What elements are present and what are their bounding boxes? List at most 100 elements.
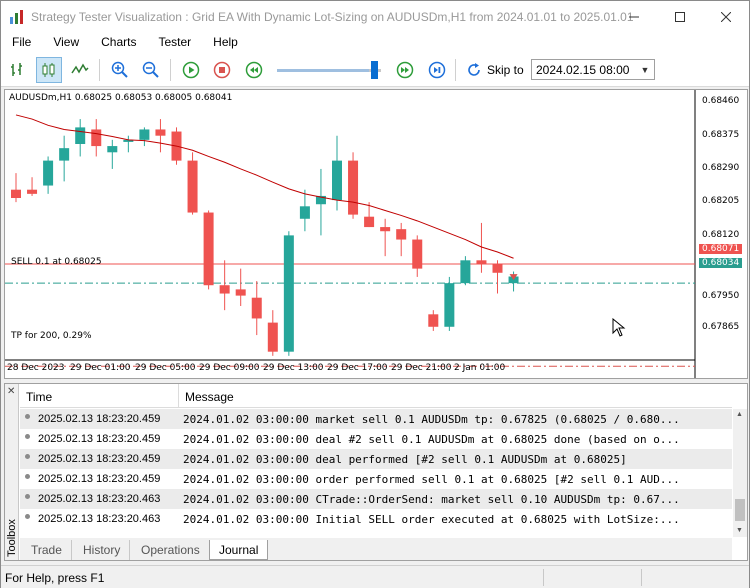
price-axis-label: 0.67865 bbox=[702, 322, 740, 332]
candle-body bbox=[91, 129, 102, 147]
candle-body bbox=[203, 212, 214, 286]
time-axis-label: 29 Dec 01:00 bbox=[70, 363, 131, 373]
bar-chart-button[interactable] bbox=[5, 57, 31, 83]
line-chart-icon bbox=[71, 63, 89, 74]
candle-body bbox=[492, 264, 503, 273]
skip-to-end-button[interactable] bbox=[424, 57, 450, 83]
scrollbar-thumb[interactable] bbox=[735, 499, 745, 521]
speed-up-button[interactable] bbox=[392, 57, 418, 83]
menu-view[interactable]: View bbox=[42, 32, 90, 53]
menu-charts[interactable]: Charts bbox=[90, 32, 147, 53]
row-message: 2024.01.02 03:00:00 deal #2 sell 0.1 AUD… bbox=[183, 433, 680, 446]
minimize-button[interactable] bbox=[611, 1, 657, 32]
price-axis-label: 0.68375 bbox=[702, 130, 740, 140]
menu-tester[interactable]: Tester bbox=[147, 32, 202, 53]
speed-slider[interactable] bbox=[277, 69, 381, 72]
journal-row[interactable]: 2025.02.13 18:23:20.459 2024.01.02 03:00:… bbox=[20, 429, 732, 449]
journal-scrollbar[interactable]: ▲ ▼ bbox=[733, 409, 747, 537]
candle-body bbox=[444, 283, 455, 327]
candle-body bbox=[348, 160, 359, 215]
candlestick-chart-svg bbox=[5, 90, 696, 378]
candle-body bbox=[219, 285, 230, 294]
maximize-icon bbox=[675, 11, 685, 22]
candle-body bbox=[380, 227, 391, 232]
skip-to-button[interactable] bbox=[461, 57, 487, 83]
skip-to-label: Skip to bbox=[487, 63, 524, 77]
time-axis-label: 2 Jan 01:00 bbox=[454, 363, 506, 373]
speed-slider-thumb[interactable] bbox=[371, 61, 378, 79]
column-separator[interactable] bbox=[178, 384, 179, 408]
title-bar: Strategy Tester Visualization : Grid EA … bbox=[1, 1, 749, 32]
time-axis-label: 29 Dec 21:00 bbox=[391, 363, 452, 373]
slow-down-button[interactable] bbox=[241, 57, 267, 83]
chart-header: AUDUSDm,H1 0.68025 0.68053 0.68005 0.680… bbox=[9, 93, 233, 103]
zoom-in-icon bbox=[111, 61, 128, 78]
close-icon bbox=[721, 11, 731, 22]
menu-bar: File View Charts Tester Help bbox=[1, 32, 749, 53]
red-price-tag: 0.68071 bbox=[699, 244, 743, 254]
row-time: 2025.02.13 18:23:20.459 bbox=[38, 473, 161, 485]
scroll-up-icon[interactable]: ▲ bbox=[736, 411, 743, 418]
price-chart[interactable]: AUDUSDm,H1 0.68025 0.68053 0.68005 0.680… bbox=[4, 89, 748, 379]
time-axis-label: 29 Dec 17:00 bbox=[327, 363, 388, 373]
journal-row[interactable]: 2025.02.13 18:23:20.459 2024.01.02 03:00:… bbox=[20, 449, 732, 469]
skip-to-date-picker[interactable]: 2024.02.15 08:00 ▼ bbox=[531, 59, 655, 80]
journal-row[interactable]: 2025.02.13 18:23:20.459 2024.01.02 03:00:… bbox=[20, 469, 732, 489]
zoom-out-button[interactable] bbox=[138, 57, 164, 83]
line-chart-button[interactable] bbox=[67, 57, 93, 83]
toolbox-strip: ✕ Toolbox bbox=[5, 384, 19, 560]
tester-window: Strategy Tester Visualization : Grid EA … bbox=[0, 0, 750, 588]
journal-row[interactable]: 2025.02.13 18:23:20.463 2024.01.02 03:00:… bbox=[20, 509, 732, 529]
bar-chart-icon bbox=[11, 63, 22, 76]
close-icon[interactable]: ✕ bbox=[7, 386, 15, 397]
tab-trade[interactable]: Trade bbox=[22, 540, 72, 560]
play-button[interactable] bbox=[178, 57, 204, 83]
row-message: 2024.01.02 03:00:00 deal performed [#2 s… bbox=[183, 453, 627, 466]
row-message: 2024.01.02 03:00:00 market sell 0.1 AUDU… bbox=[183, 413, 680, 426]
tab-operations[interactable]: Operations bbox=[132, 540, 210, 560]
row-time: 2025.02.13 18:23:20.463 bbox=[38, 493, 161, 505]
maximize-button[interactable] bbox=[657, 1, 703, 32]
rewind-icon bbox=[245, 61, 263, 79]
status-separator bbox=[543, 569, 544, 586]
chevron-down-icon[interactable]: ▼ bbox=[636, 60, 654, 79]
current-price-tag: 0.68034 bbox=[699, 258, 743, 268]
candle-body bbox=[396, 229, 407, 240]
menu-file[interactable]: File bbox=[1, 32, 42, 53]
candle-body bbox=[27, 189, 38, 194]
tab-history[interactable]: History bbox=[74, 540, 131, 560]
candlestick-button[interactable] bbox=[36, 57, 62, 83]
stop-button[interactable] bbox=[209, 57, 235, 83]
candle-body bbox=[75, 127, 86, 144]
candle-body bbox=[59, 148, 70, 161]
price-axis-label: 0.68290 bbox=[702, 163, 740, 173]
close-button[interactable] bbox=[703, 1, 749, 32]
journal-row[interactable]: 2025.02.13 18:23:20.463 2024.01.02 03:00:… bbox=[20, 489, 732, 509]
zoom-in-button[interactable] bbox=[107, 57, 133, 83]
info-dot-icon bbox=[25, 474, 30, 479]
journal-header: Time Message bbox=[20, 384, 732, 408]
info-dot-icon bbox=[25, 494, 30, 499]
stop-icon bbox=[213, 61, 231, 79]
candle-body bbox=[267, 322, 278, 352]
toolbox-label: Toolbox bbox=[6, 519, 18, 557]
menu-help[interactable]: Help bbox=[202, 32, 249, 53]
price-axis-label: 0.68205 bbox=[702, 196, 740, 206]
column-header-time[interactable]: Time bbox=[26, 390, 52, 404]
scroll-down-icon[interactable]: ▼ bbox=[736, 527, 743, 534]
candle-body bbox=[251, 297, 262, 319]
column-header-message[interactable]: Message bbox=[185, 390, 234, 404]
info-dot-icon bbox=[25, 434, 30, 439]
price-axis-label: 0.67950 bbox=[702, 291, 740, 301]
journal-row[interactable]: 2025.02.13 18:23:20.459 2024.01.02 03:00:… bbox=[20, 409, 732, 429]
candle-body bbox=[11, 189, 21, 198]
time-axis-label: 29 Dec 05:00 bbox=[135, 363, 196, 373]
toolbar-separator bbox=[99, 59, 100, 81]
tab-journal[interactable]: Journal bbox=[209, 540, 269, 560]
candle-body bbox=[428, 314, 439, 327]
candle-body bbox=[364, 216, 375, 228]
candle-body bbox=[187, 160, 198, 213]
candle-body bbox=[283, 235, 294, 352]
candle-body bbox=[43, 160, 54, 186]
candle-body bbox=[412, 239, 423, 269]
